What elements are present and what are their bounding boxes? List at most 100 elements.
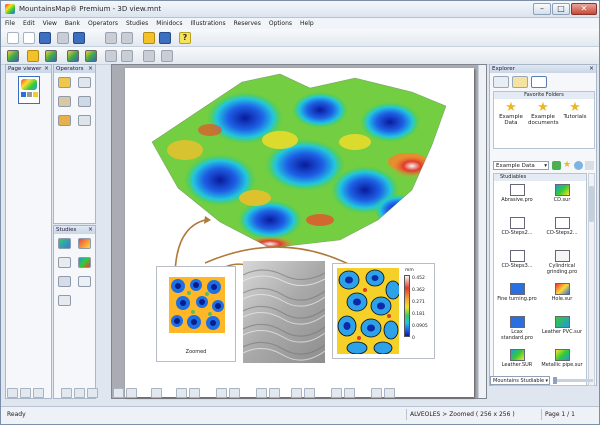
select-tool-icon[interactable] [161, 50, 173, 62]
list-item[interactable]: Hole.sur [540, 283, 584, 302]
profile-tools-icon[interactable] [85, 50, 97, 62]
explorer-tab-tree[interactable] [493, 76, 509, 88]
list-item[interactable]: Leather.SUR [495, 349, 539, 368]
studiables-scrollbar[interactable] [588, 173, 595, 386]
list-item[interactable]: CD-Steps3... [495, 250, 539, 269]
zoom-in-icon[interactable] [176, 388, 187, 398]
favorite-tutorials[interactable]: ★ Tutorials [560, 101, 590, 120]
monitor-icon[interactable] [39, 32, 51, 44]
first-page-icon[interactable] [291, 388, 302, 398]
minimize-button[interactable]: – [533, 3, 551, 15]
layout-grid-icon[interactable] [33, 388, 44, 398]
list-item[interactable]: Leather PVC.sur [540, 316, 584, 335]
align-center-icon[interactable] [74, 388, 85, 398]
threshold-icon[interactable] [58, 115, 71, 126]
contour-study-icon[interactable] [78, 257, 91, 268]
menu-reserves[interactable]: Reserves [230, 18, 265, 29]
list-item[interactable]: CD-Steps2... [495, 217, 539, 236]
save-icon[interactable] [73, 32, 85, 44]
align-right-icon[interactable] [87, 388, 98, 398]
abbott-curve-icon[interactable] [78, 276, 91, 287]
folder-up-icon[interactable] [552, 161, 561, 170]
maximize-button[interactable]: □ [552, 3, 570, 15]
group-icon[interactable] [256, 388, 267, 398]
close-panel-icon[interactable]: × [88, 65, 93, 73]
menu-illustrations[interactable]: Illustrations [186, 18, 229, 29]
zoomed-sheet[interactable]: Zoomed [156, 266, 236, 362]
3d-view-study-icon[interactable] [58, 238, 71, 249]
add-page-icon[interactable] [371, 388, 382, 398]
close-panel-icon[interactable]: × [44, 65, 49, 73]
print-preview-icon[interactable] [121, 32, 133, 44]
pan-tool-icon[interactable] [121, 50, 133, 62]
open-folder-icon[interactable] [23, 32, 35, 44]
menu-studies[interactable]: Studies [122, 18, 152, 29]
list-item[interactable]: Lcax standard.pro [495, 316, 539, 341]
add-favorite-icon[interactable]: ★ [563, 161, 572, 170]
contour-sheet[interactable]: mm 0.452 0.362 0.271 0.181 0.0905 0 [332, 263, 435, 359]
minidoc-icon[interactable] [57, 32, 69, 44]
new-document-icon[interactable] [7, 32, 19, 44]
menu-operators[interactable]: Operators [84, 18, 122, 29]
explorer-tab-folders[interactable] [512, 76, 528, 88]
menu-view[interactable]: View [39, 18, 61, 29]
explorer-tab-favorites[interactable] [531, 76, 547, 88]
layout-list-icon[interactable] [20, 388, 31, 398]
filter-icon[interactable] [58, 96, 71, 107]
menu-minidocs[interactable]: Minidocs [152, 18, 186, 29]
page-thumbnail[interactable] [18, 76, 40, 104]
ungroup-icon[interactable] [269, 388, 280, 398]
layers-icon[interactable] [45, 50, 57, 62]
profile-study-icon[interactable] [58, 257, 71, 268]
menu-file[interactable]: File [1, 18, 19, 29]
list-item[interactable]: Fine turning.pro [495, 283, 539, 302]
layout-single-icon[interactable] [7, 388, 18, 398]
next-page-icon[interactable] [331, 388, 342, 398]
close-button[interactable]: ✕ [571, 3, 597, 15]
list-item[interactable]: Abrasive.pro [495, 184, 539, 203]
menu-options[interactable]: Options [265, 18, 296, 29]
studiable-filter-select[interactable]: Mountains Studiable ▾ [490, 376, 550, 385]
align-left-icon[interactable] [61, 388, 72, 398]
close-panel-icon[interactable]: × [88, 226, 93, 234]
print-icon[interactable] [105, 32, 117, 44]
list-item[interactable]: Metallic pipe.sur [540, 349, 584, 368]
fit-width-icon[interactable] [229, 388, 240, 398]
folder-select[interactable]: Example Data ▾ [493, 161, 549, 170]
list-item[interactable]: Cylindrical grinding.pro [540, 250, 584, 275]
list-item[interactable]: CD-Steps2... [540, 217, 584, 236]
last-page-icon[interactable] [344, 388, 355, 398]
close-panel-icon[interactable]: × [589, 65, 594, 73]
extract-profile-icon[interactable] [78, 115, 91, 126]
help-icon[interactable]: ? [179, 32, 191, 44]
zoom-extract-icon[interactable] [78, 77, 91, 88]
fit-page-icon[interactable] [216, 388, 227, 398]
slider-handle[interactable] [553, 377, 557, 384]
distance-study-icon[interactable] [58, 295, 71, 306]
previous-page-icon[interactable] [304, 388, 315, 398]
frame-tool-icon[interactable] [113, 388, 124, 398]
photo-simulation-icon[interactable] [78, 238, 91, 249]
paste-icon[interactable] [143, 32, 155, 44]
refresh-icon[interactable] [574, 161, 583, 170]
measure-tool-icon[interactable] [143, 50, 155, 62]
leveling-icon[interactable] [58, 77, 71, 88]
menu-bank[interactable]: Bank [61, 18, 84, 29]
copy-icon[interactable] [159, 32, 171, 44]
studiable-tools-icon[interactable] [7, 50, 19, 62]
photo-simulation-view[interactable] [243, 261, 325, 363]
frame-tool-icon[interactable] [126, 388, 137, 398]
zoom-tool-icon[interactable] [105, 50, 117, 62]
delete-page-icon[interactable] [384, 388, 395, 398]
menu-edit[interactable]: Edit [19, 18, 39, 29]
favorite-example-documents[interactable]: ★ Example documents [528, 101, 559, 126]
histogram-study-icon[interactable] [58, 276, 71, 287]
send-back-icon[interactable] [151, 388, 162, 398]
zoom-out-icon[interactable] [189, 388, 200, 398]
thumbnail-size-slider[interactable] [553, 377, 593, 384]
view-mode-icon[interactable] [585, 161, 594, 170]
insert-document-icon[interactable] [27, 50, 39, 62]
menu-help[interactable]: Help [296, 18, 318, 29]
document-vertical-scrollbar[interactable] [478, 65, 486, 398]
retouch-icon[interactable] [78, 96, 91, 107]
